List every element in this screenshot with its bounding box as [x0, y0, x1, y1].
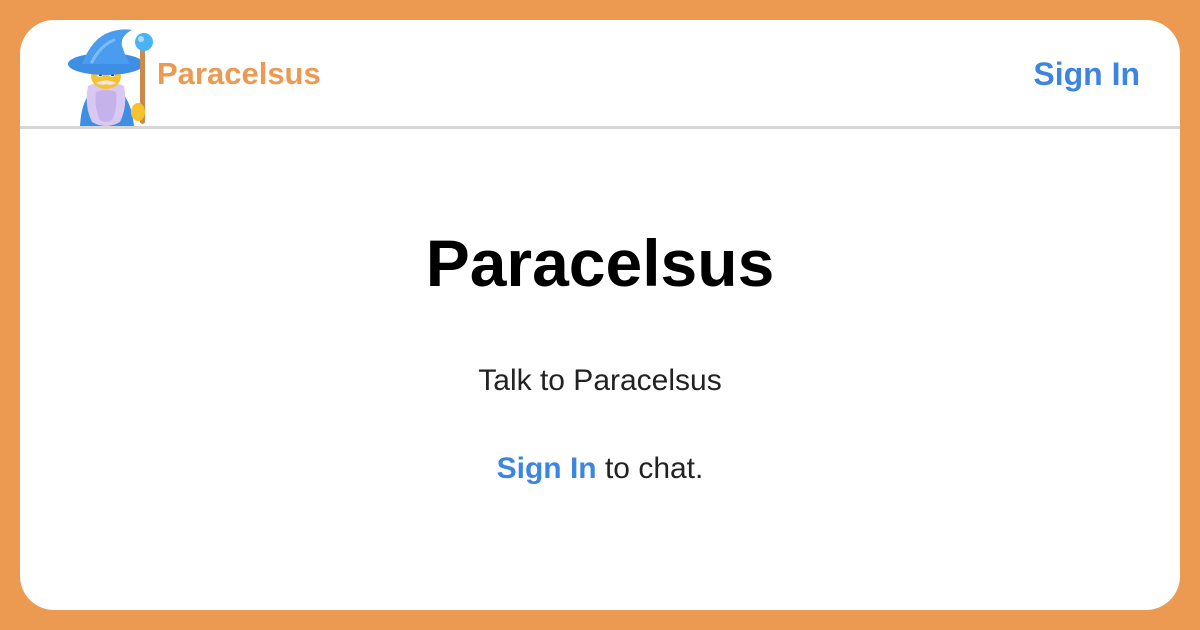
- brand-name[interactable]: Paracelsus: [157, 56, 321, 92]
- main-card: Paracelsus Sign In Paracelsus Talk to Pa…: [20, 20, 1180, 610]
- header-sign-in-link[interactable]: Sign In: [1033, 56, 1140, 92]
- sign-in-link[interactable]: Sign In: [497, 452, 597, 485]
- header: Paracelsus Sign In: [20, 20, 1180, 129]
- page-title: Paracelsus: [425, 226, 775, 300]
- page-subtitle: Talk to Paracelsus: [478, 364, 722, 397]
- sign-in-prompt: Sign In to chat.: [20, 451, 1180, 487]
- wizard-icon[interactable]: [66, 26, 158, 126]
- sign-in-suffix: to chat.: [596, 452, 704, 485]
